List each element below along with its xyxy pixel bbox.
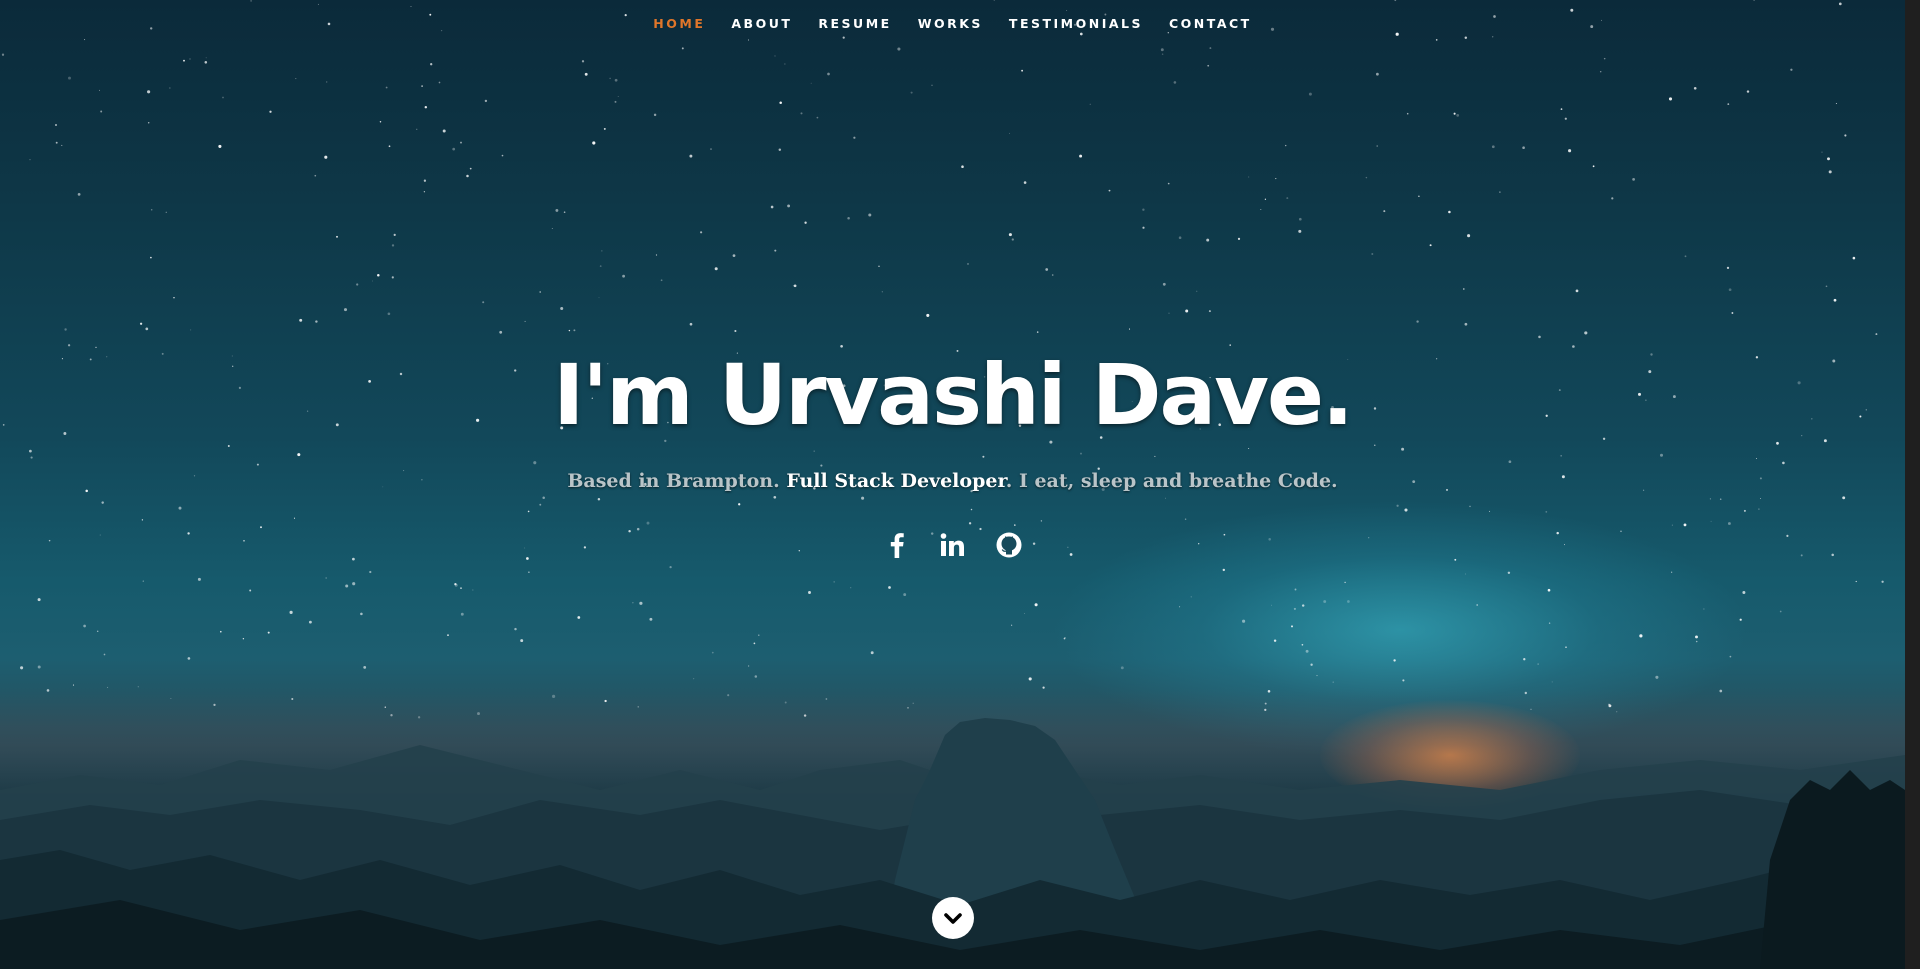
nav-item-home[interactable]: HOME	[653, 16, 705, 31]
github-link[interactable]	[994, 530, 1024, 560]
nav-item-works[interactable]: WORKS	[918, 16, 983, 31]
scroll-down-button[interactable]	[932, 897, 974, 939]
linkedin-link[interactable]	[938, 530, 968, 560]
banner: I'm Urvashi Dave. Based in Brampton. Ful…	[0, 340, 1905, 560]
tagline-intro: Based in Brampton.	[567, 470, 787, 492]
facebook-link[interactable]	[882, 530, 912, 560]
nav-item-about[interactable]: ABOUT	[731, 16, 792, 31]
tagline-outro: . I eat, sleep and breathe Code.	[1005, 470, 1338, 492]
page-scrollbar[interactable]	[1905, 0, 1920, 969]
social-links	[0, 530, 1905, 560]
github-icon	[996, 532, 1021, 558]
chevron-down-icon	[944, 913, 962, 924]
linkedin-icon	[940, 533, 964, 556]
hero-section: HOME ABOUT RESUME WORKS TESTIMONIALS CON…	[0, 0, 1905, 969]
main-nav: HOME ABOUT RESUME WORKS TESTIMONIALS CON…	[0, 0, 1905, 46]
nav-item-testimonials[interactable]: TESTIMONIALS	[1009, 16, 1143, 31]
facebook-icon	[890, 533, 904, 558]
tagline-role: Full Stack Developer	[786, 470, 1006, 492]
tagline: Based in Brampton. Full Stack Developer.…	[0, 470, 1905, 492]
nav-item-contact[interactable]: CONTACT	[1169, 16, 1252, 31]
page-title: I'm Urvashi Dave.	[553, 346, 1354, 444]
nav-item-resume[interactable]: RESUME	[818, 16, 891, 31]
